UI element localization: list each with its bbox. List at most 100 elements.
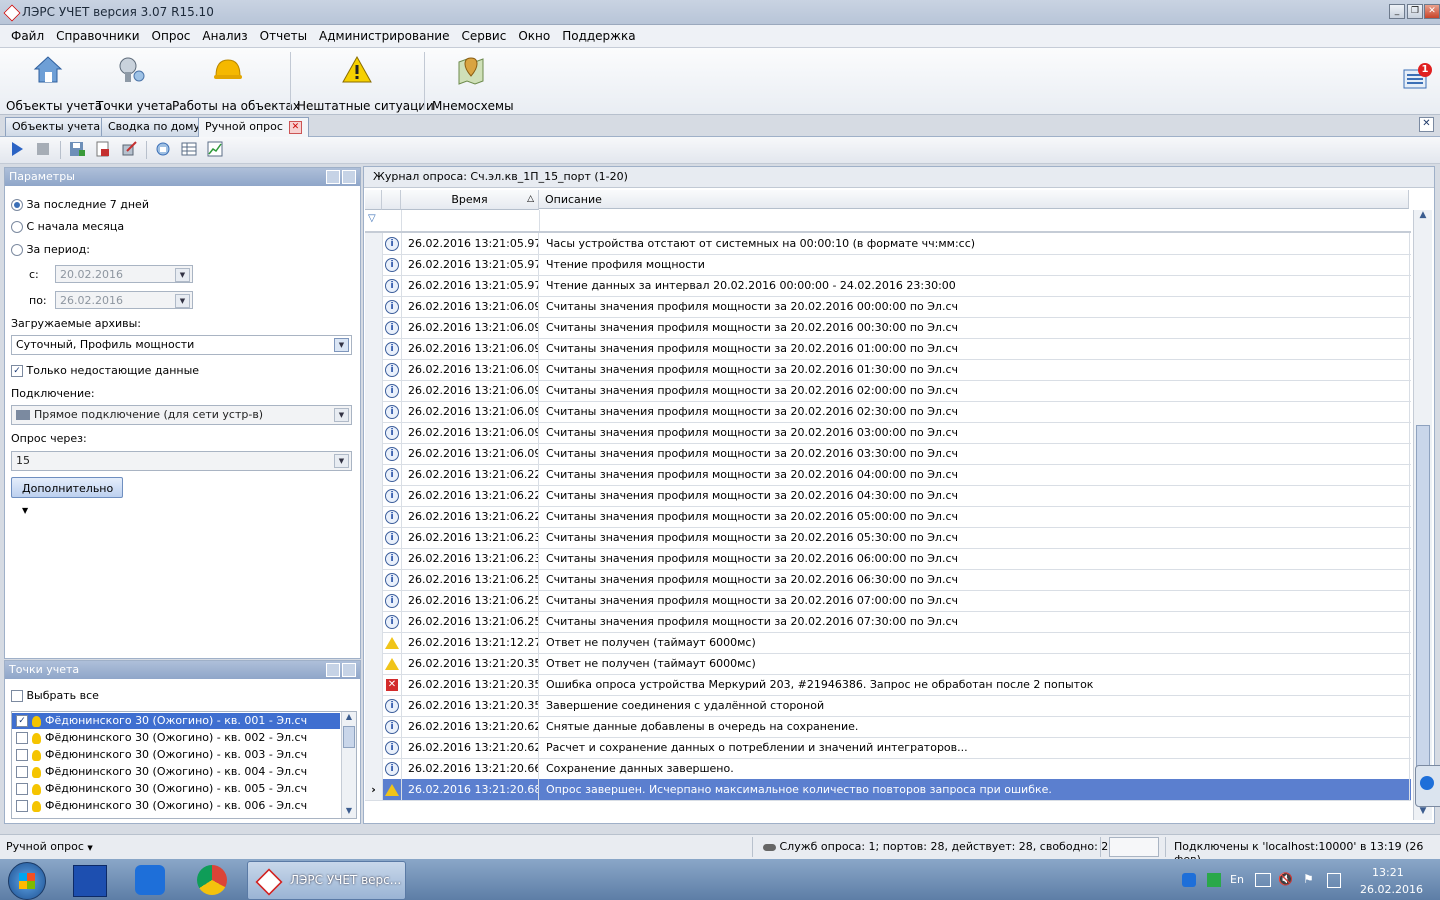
connection-select[interactable]: Прямое подключение (для сети устр-в) ▼ xyxy=(11,405,352,425)
table-row[interactable]: i 26.02.2016 13:21:06.222 Считаны значения… xyxy=(365,506,1411,528)
ribbon-objects-button[interactable]: Объекты учета xyxy=(6,52,102,113)
table-row[interactable]: i 26.02.2016 13:21:06.097 Считаны значения… xyxy=(365,359,1411,381)
only-missing-checkbox[interactable]: ✓ Только недостающие данные xyxy=(11,364,199,377)
point-item[interactable]: ✓ Фёдюнинского 30 (Ожогино) - кв. 001 - Э… xyxy=(12,713,340,729)
checkbox-icon[interactable] xyxy=(16,783,28,795)
checkbox-icon[interactable] xyxy=(16,766,28,778)
table-row[interactable]: i 26.02.2016 13:21:20.621 Расчет и сохране… xyxy=(365,737,1411,759)
radio-period[interactable]: За период: xyxy=(11,243,90,256)
table-row[interactable]: i 26.02.2016 13:21:06.222 Считаны значения… xyxy=(365,485,1411,507)
export-icon[interactable] xyxy=(95,141,111,157)
table-row[interactable]: i 26.02.2016 13:21:06.097 Считаны значения… xyxy=(365,296,1411,318)
tab-manual-poll[interactable]: Ручной опрос ✕ xyxy=(198,117,309,137)
ribbon-incidents-button[interactable]: Нештатные ситуации xyxy=(297,52,434,113)
connect-icon[interactable] xyxy=(155,141,171,157)
checkbox-icon[interactable]: ✓ xyxy=(16,715,28,727)
table-row[interactable]: i 26.02.2016 13:21:06.253 Считаны значения… xyxy=(365,590,1411,612)
to-date-field[interactable]: 26.02.2016 ▼ xyxy=(55,291,193,309)
advanced-button[interactable]: Дополнительно ▼ xyxy=(11,477,123,515)
close-icon[interactable]: ✕ xyxy=(1424,4,1440,19)
filter-row[interactable]: ▽ xyxy=(365,210,1411,233)
ribbon-works-button[interactable]: Работы на объектах xyxy=(172,52,300,113)
table-row[interactable]: i 26.02.2016 13:21:06.097 Считаны значения… xyxy=(365,443,1411,465)
chevron-down-icon[interactable]: ▼ xyxy=(334,408,349,422)
scroll-thumb[interactable] xyxy=(343,726,355,748)
table-row[interactable]: i 26.02.2016 13:21:05.972 Часы устройства … xyxy=(365,233,1411,255)
points-scrollbar[interactable]: ▲ ▼ xyxy=(341,712,356,818)
taskbar-teamviewer-icon[interactable] xyxy=(135,865,165,895)
calendar-dropdown-icon[interactable]: ▼ xyxy=(175,294,190,308)
table-row[interactable]: i 26.02.2016 13:21:20.668 Сохранение данны… xyxy=(365,758,1411,780)
table-row[interactable]: i 26.02.2016 13:21:06.253 Считаны значения… xyxy=(365,569,1411,591)
checkbox-icon[interactable] xyxy=(16,732,28,744)
tray-device-icon[interactable] xyxy=(1327,873,1341,888)
clear-icon[interactable] xyxy=(121,141,137,157)
filter-icon[interactable]: ▽ xyxy=(368,213,376,224)
menu-directories[interactable]: Справочники xyxy=(50,25,145,43)
table-row[interactable]: i 26.02.2016 13:21:06.238 Считаны значения… xyxy=(365,527,1411,549)
ribbon-points-button[interactable]: Точки учета xyxy=(96,52,173,113)
tab-objects[interactable]: Объекты учета xyxy=(5,117,108,136)
select-all-checkbox[interactable]: Выбрать все xyxy=(11,689,99,702)
tray-volume-muted-icon[interactable]: 🔇 xyxy=(1278,872,1293,886)
time-column-header[interactable]: Время △ xyxy=(401,190,539,210)
table-row[interactable]: i 26.02.2016 13:21:06.097 Считаны значения… xyxy=(365,338,1411,360)
from-date-field[interactable]: 20.02.2016 ▼ xyxy=(55,265,193,283)
panel-collapse-icon[interactable] xyxy=(326,663,340,677)
taskbar-chrome-icon[interactable] xyxy=(197,865,227,895)
table-row[interactable]: i 26.02.2016 13:21:06.238 Считаны значения… xyxy=(365,548,1411,570)
start-button[interactable] xyxy=(8,862,46,900)
tray-language[interactable]: En xyxy=(1230,873,1244,886)
menu-service[interactable]: Сервис xyxy=(455,25,512,43)
table-row[interactable]: i 26.02.2016 13:21:06.097 Считаны значения… xyxy=(365,317,1411,339)
point-item[interactable]: Фёдюнинского 30 (Ожогино) - кв. 002 - Эл… xyxy=(12,730,340,746)
menu-poll[interactable]: Опрос xyxy=(146,25,197,43)
checkbox-icon[interactable] xyxy=(16,800,28,812)
calendar-dropdown-icon[interactable]: ▼ xyxy=(175,268,190,282)
radio-last-7-days[interactable]: За последние 7 дней xyxy=(11,198,149,211)
poll-via-select[interactable]: 15 ▼ xyxy=(11,451,352,471)
menu-analysis[interactable]: Анализ xyxy=(196,25,253,43)
table-row[interactable]: i 26.02.2016 13:21:06.097 Считаны значения… xyxy=(365,401,1411,423)
menu-reports[interactable]: Отчеты xyxy=(254,25,313,43)
panel-pin-icon[interactable] xyxy=(342,170,356,184)
minimize-icon[interactable]: _ xyxy=(1389,4,1405,19)
checkbox-icon[interactable] xyxy=(16,749,28,761)
tab-close-icon[interactable]: ✕ xyxy=(288,120,302,134)
table-row[interactable]: i 26.02.2016 13:21:05.972 Чтение профиля м… xyxy=(365,254,1411,276)
tray-date[interactable]: 26.02.2016 xyxy=(1360,883,1423,896)
point-item[interactable]: Фёдюнинского 30 (Ожогино) - кв. 006 - Эл… xyxy=(12,798,340,814)
save-icon[interactable] xyxy=(69,141,85,157)
tab-house-summary[interactable]: Сводка по дому xyxy=(101,117,207,136)
menu-administration[interactable]: Администрирование xyxy=(313,25,455,43)
taskbar-floppy-icon[interactable] xyxy=(73,865,107,897)
menu-support[interactable]: Поддержка xyxy=(556,25,641,43)
tray-network-icon[interactable] xyxy=(1255,873,1271,887)
maximize-icon[interactable]: ❐ xyxy=(1407,4,1423,19)
taskbar-app-button[interactable]: ЛЭРС УЧЕТ верс... xyxy=(247,861,406,900)
type-column-header[interactable] xyxy=(382,190,401,210)
ribbon-mnemo-button[interactable]: Мнемосхемы xyxy=(432,52,514,113)
grid-scrollbar[interactable]: ▲ ▼ xyxy=(1413,210,1432,820)
chevron-down-icon[interactable]: ▼ xyxy=(334,338,349,352)
point-item[interactable]: Фёдюнинского 30 (Ожогино) - кв. 004 - Эл… xyxy=(12,764,340,780)
menu-file[interactable]: Файл xyxy=(5,25,50,43)
panel-pin-icon[interactable] xyxy=(342,663,356,677)
description-column-header[interactable]: Описание xyxy=(539,190,1409,209)
side-panel-tab[interactable] xyxy=(1415,765,1440,807)
close-document-icon[interactable]: ✕ xyxy=(1419,117,1434,132)
table-icon[interactable] xyxy=(181,141,197,157)
table-row[interactable]: i 26.02.2016 13:21:20.356 Завершение соеди… xyxy=(365,695,1411,717)
table-row[interactable]: i 26.02.2016 13:21:06.097 Считаны значения… xyxy=(365,380,1411,402)
radio-month-start[interactable]: С начала месяца xyxy=(11,220,124,233)
scroll-down-icon[interactable]: ▼ xyxy=(342,806,356,818)
tray-teamviewer-icon[interactable] xyxy=(1182,873,1196,887)
scroll-down-icon[interactable]: ▼ xyxy=(1414,806,1432,820)
table-row[interactable]: 26.02.2016 13:21:12.275 Ответ не получен … xyxy=(365,632,1411,654)
table-row[interactable]: i 26.02.2016 13:21:06.222 Считаны значения… xyxy=(365,464,1411,486)
status-mode[interactable]: Ручной опрос ▼ xyxy=(6,840,93,853)
tray-clock[interactable]: 13:21 xyxy=(1372,866,1404,879)
table-row[interactable]: ✕ 26.02.2016 13:21:20.356 Ошибка опроса ус… xyxy=(365,674,1411,696)
point-item[interactable]: Фёдюнинского 30 (Ожогино) - кв. 005 - Эл… xyxy=(12,781,340,797)
table-row[interactable]: i 26.02.2016 13:21:06.097 Считаны значения… xyxy=(365,422,1411,444)
